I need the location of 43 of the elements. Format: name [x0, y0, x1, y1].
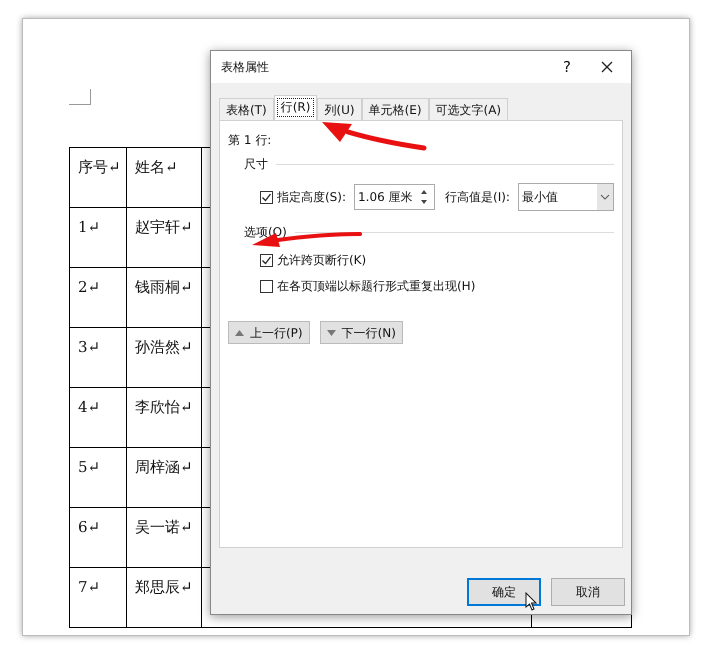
- field-label: 行高值是(I):: [445, 189, 510, 206]
- table-header-cell: 姓名↵: [126, 148, 202, 208]
- table-cell: 2↵: [70, 268, 126, 328]
- window-title: 表格属性: [221, 59, 270, 76]
- table-cell: 7↵: [70, 568, 126, 628]
- checkbox[interactable]: [260, 254, 273, 266]
- checkbox-label: 指定高度(S):: [277, 189, 346, 206]
- table-cell: 吴一诺↵: [126, 508, 202, 568]
- chevron-down-icon: [600, 194, 610, 200]
- checkbox[interactable]: [260, 190, 273, 204]
- tab[interactable]: 表格(T): [219, 98, 274, 120]
- table-cell: 6↵: [70, 508, 126, 568]
- row-nav-button[interactable]: 上一行(P): [228, 321, 310, 344]
- help-button[interactable]: ?: [547, 56, 587, 78]
- checkbox-label: 在各页顶端以标题行形式重复出现(H): [277, 278, 476, 295]
- tab[interactable]: 可选文字(A): [428, 98, 508, 120]
- row-label: 第 1 行:: [228, 132, 272, 149]
- table-cell: 钱雨桐↵: [126, 268, 202, 328]
- table-cell: 4↵: [70, 388, 126, 448]
- tab[interactable]: 行(R): [274, 95, 318, 120]
- dialog-button[interactable]: 取消: [551, 578, 625, 606]
- margin-corner-mark: [69, 89, 91, 105]
- tab[interactable]: 单元格(E): [362, 98, 429, 120]
- section-heading: 尺寸: [244, 156, 268, 173]
- row-height-dropdown[interactable]: 最小值: [518, 183, 614, 211]
- cursor-icon: [525, 592, 539, 612]
- checkbox-label: 允许跨页断行(K): [277, 252, 366, 269]
- table-cell: 周梓涵↵: [126, 448, 202, 508]
- table-header-cell: 序号↵: [70, 148, 126, 208]
- triangle-down-icon: [326, 330, 336, 336]
- table-cell: 李欣怡↵: [126, 388, 202, 448]
- table-cell: 郑思辰↵: [126, 568, 202, 628]
- dialog-button[interactable]: 确定: [467, 578, 541, 606]
- checkbox[interactable]: [260, 280, 273, 292]
- tab[interactable]: 列(U): [317, 98, 362, 120]
- table-cell: 赵宇轩↵: [126, 208, 202, 268]
- row-nav-button[interactable]: 下一行(N): [320, 321, 403, 344]
- table-cell: 孙浩然↵: [126, 328, 202, 388]
- triangle-up-icon: [235, 330, 244, 336]
- height-spin-field[interactable]: 1.06 厘米: [354, 184, 436, 210]
- table-cell: 3↵: [70, 328, 126, 388]
- table-cell: 1↵: [70, 208, 126, 268]
- table-cell: 5↵: [70, 448, 126, 508]
